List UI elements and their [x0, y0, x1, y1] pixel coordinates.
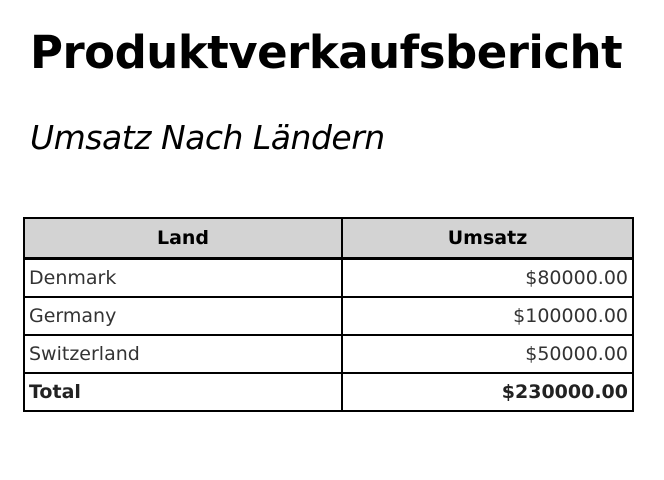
- cell-land: Switzerland: [23, 334, 343, 374]
- cell-umsatz: $80000.00: [341, 257, 634, 298]
- table-row: Germany $100000.00: [23, 296, 634, 336]
- column-header-umsatz: Umsatz: [341, 217, 634, 260]
- sales-table: Land Umsatz Denmark $80000.00 Germany $1…: [23, 217, 634, 412]
- cell-land: Denmark: [23, 257, 343, 298]
- table-header-row: Land Umsatz: [23, 217, 634, 260]
- total-row: Total $230000.00: [23, 372, 634, 412]
- cell-umsatz: $100000.00: [341, 296, 634, 336]
- total-value: $230000.00: [341, 372, 634, 412]
- cell-umsatz: $50000.00: [341, 334, 634, 374]
- page-title: Produktverkaufsbericht: [30, 26, 623, 79]
- cell-land: Germany: [23, 296, 343, 336]
- section-subtitle: Umsatz Nach Ländern: [30, 118, 385, 157]
- total-label: Total: [23, 372, 343, 412]
- table-row: Denmark $80000.00: [23, 257, 634, 298]
- column-header-land: Land: [23, 217, 343, 260]
- table-row: Switzerland $50000.00: [23, 334, 634, 374]
